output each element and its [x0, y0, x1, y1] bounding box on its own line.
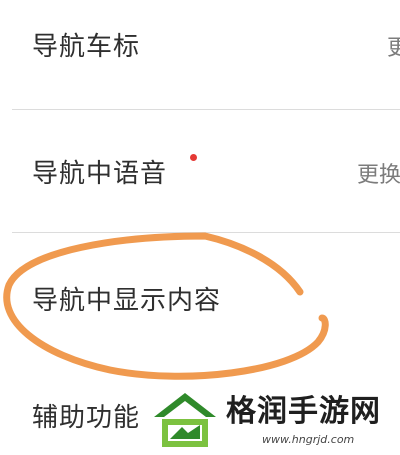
settings-item-navigation-voice[interactable]: 导航中语音 更换 — [0, 141, 400, 205]
settings-item-label: 导航车标 — [32, 32, 141, 62]
settings-item-navigation-display-content[interactable]: 导航中显示内容 — [0, 268, 400, 332]
settings-item-label: 辅助功能 — [32, 403, 141, 433]
settings-item-label: 导航中显示内容 — [32, 286, 222, 316]
divider — [12, 232, 400, 233]
site-watermark: 格润手游网 www.hngrjd.com — [150, 387, 400, 455]
settings-item-label: 导航中语音 — [32, 159, 168, 189]
watermark-site-name: 格润手游网 — [226, 394, 381, 429]
settings-item-value: 更 — [387, 36, 400, 61]
watermark-url: www.hngrjd.com — [262, 433, 355, 446]
site-logo-icon — [154, 393, 216, 447]
settings-item-navigation-car-icon[interactable]: 导航车标 更 — [0, 14, 400, 78]
new-indicator-dot — [190, 154, 197, 161]
divider — [12, 109, 400, 110]
settings-item-value: 更换 — [357, 163, 400, 188]
